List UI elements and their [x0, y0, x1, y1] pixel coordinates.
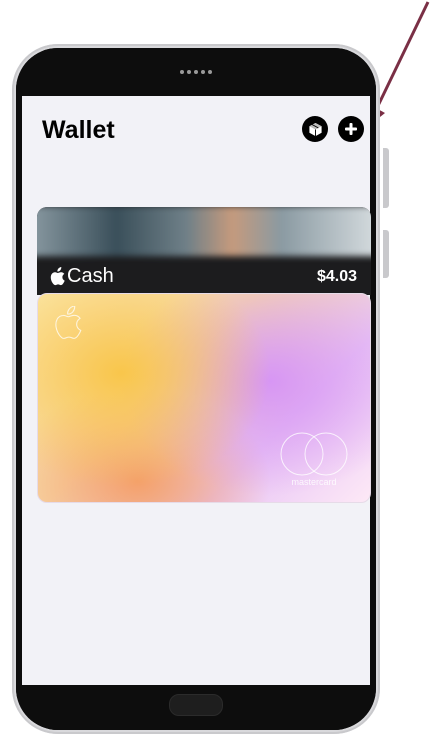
box-icon[interactable] [302, 116, 328, 142]
mastercard-logo-icon: mastercard [280, 432, 348, 487]
top-bezel [16, 48, 376, 96]
cash-label-text: Cash [67, 265, 114, 287]
apple-logo-icon [50, 267, 65, 286]
wallet-screen: Wallet Cash $4.03 mastercard [22, 96, 371, 685]
plus-icon [345, 123, 357, 135]
apple-card[interactable]: mastercard [37, 293, 371, 503]
mastercard-wordmark: mastercard [291, 477, 336, 487]
apple-cash-card[interactable]: Cash $4.03 [37, 207, 371, 295]
cash-card-label: Cash [49, 265, 114, 288]
cash-balance: $4.03 [316, 268, 357, 285]
bottom-bezel [16, 685, 376, 730]
cash-card-background [37, 207, 371, 257]
home-button[interactable] [169, 694, 223, 716]
side-button-upper [383, 148, 389, 208]
page-title: Wallet [42, 116, 115, 144]
side-button-lower [383, 230, 389, 278]
card-stack: Cash $4.03 mastercard [37, 207, 371, 503]
add-card-button[interactable] [338, 116, 364, 142]
signal-dots [180, 70, 212, 74]
phone-frame: Wallet Cash $4.03 mastercard [12, 44, 380, 734]
apple-logo-outline-icon [55, 306, 82, 339]
